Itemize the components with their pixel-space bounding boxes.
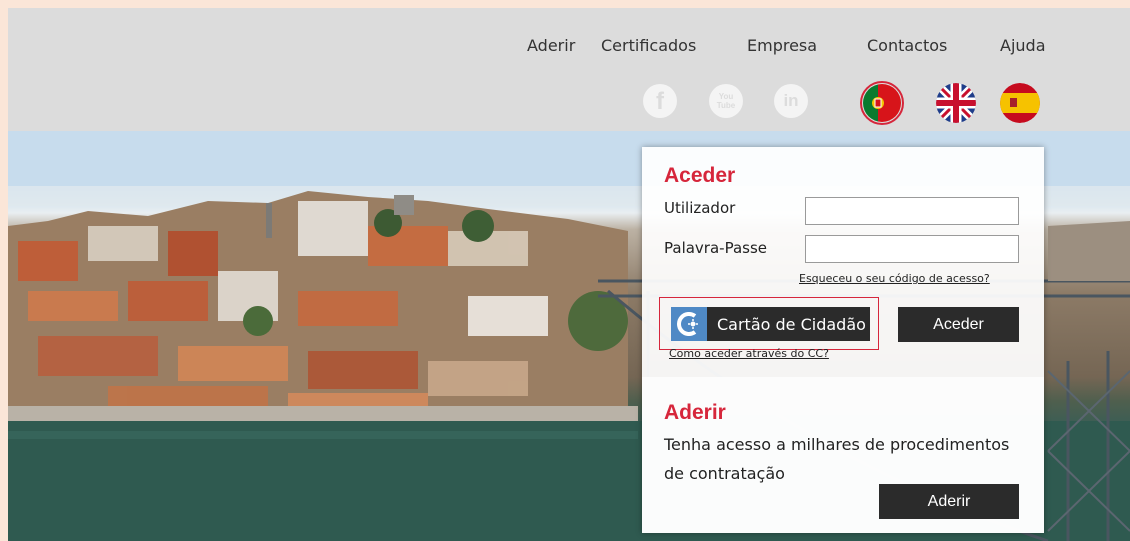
- password-label: Palavra-Passe: [664, 239, 767, 257]
- page-frame: Aderir Certificados Empresa Contactos Aj…: [8, 8, 1130, 541]
- top-header: Aderir Certificados Empresa Contactos Aj…: [8, 8, 1130, 131]
- uk-flag-icon[interactable]: [936, 83, 976, 123]
- cc-help-link[interactable]: Como aceder através do CC?: [669, 347, 829, 360]
- username-input[interactable]: [805, 197, 1019, 225]
- facebook-icon[interactable]: f: [643, 84, 677, 118]
- nav-item-ajuda[interactable]: Ajuda: [1000, 36, 1046, 55]
- signup-description: Tenha acesso a milhares de procedimentos…: [664, 435, 1010, 483]
- spain-flag-icon[interactable]: [1000, 83, 1040, 123]
- signup-title: Aderir: [664, 401, 726, 424]
- nav-item-contactos[interactable]: Contactos: [867, 36, 947, 55]
- login-submit-button[interactable]: Aceder: [898, 307, 1019, 342]
- youtube-icon[interactable]: You Tube: [709, 84, 743, 118]
- password-input[interactable]: [805, 235, 1019, 263]
- linkedin-icon[interactable]: in: [774, 84, 808, 118]
- signup-button[interactable]: Aderir: [879, 484, 1019, 519]
- citizen-card-label: Cartão de Cidadão: [717, 315, 866, 334]
- nav-item-certificados[interactable]: Certificados: [601, 36, 696, 55]
- nav-item-aderir[interactable]: Aderir: [527, 36, 575, 55]
- nav-item-empresa[interactable]: Empresa: [747, 36, 817, 55]
- citizen-card-icon: [671, 307, 707, 341]
- youtube-glyph: You Tube: [716, 92, 736, 110]
- main-nav: Aderir Certificados Empresa Contactos Aj…: [8, 36, 1130, 60]
- login-title: Aceder: [664, 164, 736, 187]
- portugal-flag-icon[interactable]: [860, 81, 904, 125]
- forgot-access-code-link[interactable]: Esqueceu o seu código de acesso?: [799, 272, 990, 285]
- username-label: Utilizador: [664, 199, 736, 217]
